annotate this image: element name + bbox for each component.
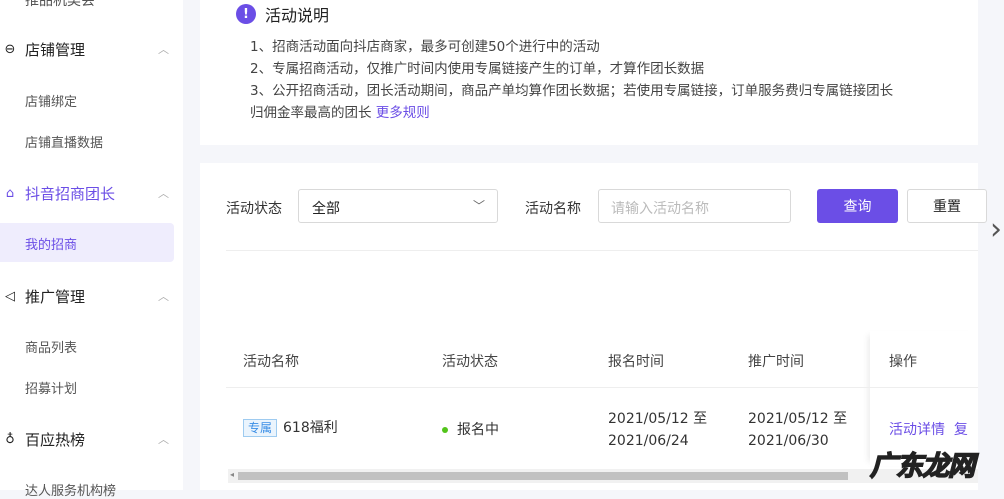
- trophy-icon: ♁: [5, 431, 15, 447]
- sidebar-item-store-live-data[interactable]: 店铺直播数据: [25, 132, 103, 151]
- status-text: 报名中: [457, 422, 499, 438]
- sidebar-group-store[interactable]: ⊖ 店铺管理 ︿: [0, 37, 183, 61]
- header-divider: [226, 387, 978, 388]
- sidebar-group-hot[interactable]: ♁ 百应热榜 ︿: [0, 427, 183, 451]
- info-line: 3、公开招商活动，团长活动期间，商品产单均算作团长数据；若使用专属链接，订单服务…: [250, 83, 894, 99]
- group-label: 店铺管理: [25, 40, 86, 59]
- info-line: 2、专属招商活动，仅推广时间内使用专属链接产生的订单，才算作团长数据: [250, 61, 705, 77]
- info-title: 活动说明: [265, 6, 330, 25]
- status-dot: [442, 427, 448, 433]
- chevron-up-icon: ︿: [158, 43, 169, 56]
- chevron-up-icon: ︿: [158, 290, 169, 303]
- scroll-left-icon[interactable]: ◂: [230, 470, 234, 479]
- col-header-signup: 报名时间: [608, 354, 664, 370]
- signup-start: 2021/05/12 至: [608, 411, 708, 427]
- col-header-promo: 推广时间: [748, 354, 804, 370]
- chevron-up-icon: ︿: [158, 433, 169, 446]
- scroll-thumb[interactable]: [238, 472, 848, 480]
- megaphone-icon: ◁: [5, 288, 15, 304]
- status-select[interactable]: 全部 ﹀: [298, 189, 498, 223]
- reset-button[interactable]: 重置: [907, 189, 987, 223]
- col-header-status: 活动状态: [442, 354, 498, 370]
- chevron-right-icon[interactable]: ›: [990, 212, 1002, 247]
- sidebar-item-product-list[interactable]: 商品列表: [25, 337, 77, 356]
- promo-time: 2021/05/12 至 2021/06/30: [748, 408, 847, 452]
- chevron-up-icon: ︿: [158, 187, 169, 200]
- chevron-down-icon: ﹀: [472, 199, 485, 213]
- promo-end: 2021/06/30: [748, 433, 829, 449]
- group-label: 百应热榜: [25, 430, 86, 449]
- signup-time: 2021/05/12 至 2021/06/24: [608, 408, 707, 452]
- table-row-status: 报名中: [442, 419, 499, 441]
- activity-name: 618福利: [283, 420, 338, 436]
- col-header-action: 操作: [889, 354, 917, 370]
- activity-name-input[interactable]: 请输入活动名称: [598, 189, 791, 223]
- info-card: ! 活动说明 1、招商活动面向抖店商家，最多可创建50个进行中的活动 2、专属招商…: [200, 0, 978, 145]
- status-value: 全部: [312, 201, 340, 217]
- activity-panel: 活动状态 全部 ﹀ 活动名称 请输入活动名称 查询 重置 活动名称 活动状态 报名…: [200, 163, 987, 490]
- info-line: 1、招商活动面向抖店商家，最多可创建50个进行中的活动: [250, 39, 600, 55]
- exclusive-tag: 专属: [243, 419, 278, 437]
- group-label: 抖音招商团长: [25, 184, 116, 203]
- copy-link[interactable]: 复: [954, 422, 968, 438]
- briefcase-icon: ⌂: [5, 185, 15, 201]
- store-icon: ⊖: [4, 41, 16, 57]
- name-label: 活动名称: [525, 201, 581, 217]
- sidebar-item-store-binding[interactable]: 店铺绑定: [25, 91, 77, 110]
- sidebar: 推品机类会 ⊖ 店铺管理 ︿ 店铺绑定 店铺直播数据 ⌂ 抖音招商团长 ︿ 我的招商 ◁…: [0, 0, 183, 499]
- divider: [226, 250, 978, 251]
- promo-start: 2021/05/12 至: [748, 411, 848, 427]
- signup-end: 2021/06/24: [608, 433, 689, 449]
- horizontal-scrollbar[interactable]: ◂: [228, 469, 978, 483]
- sidebar-group-promo[interactable]: ◁ 推广管理 ︿: [0, 284, 183, 308]
- status-label: 活动状态: [226, 201, 282, 217]
- query-button[interactable]: 查询: [817, 189, 898, 223]
- sidebar-item-my-recruit[interactable]: 我的招商: [25, 234, 77, 253]
- sidebar-group-recruit[interactable]: ⌂ 抖音招商团长 ︿: [0, 181, 183, 205]
- sidebar-item-top[interactable]: 推品机类会: [25, 0, 95, 10]
- table-row-name: 专属 618福利: [243, 417, 338, 439]
- exclamation-icon: !: [236, 4, 256, 24]
- info-line: 归佣金率最高的团长: [250, 105, 372, 121]
- activity-detail-link[interactable]: 活动详情: [889, 422, 945, 438]
- group-label: 推广管理: [25, 287, 86, 306]
- watermark: 广东龙网: [869, 450, 976, 483]
- more-rules-link[interactable]: 更多规则: [376, 105, 430, 121]
- sidebar-item-recruit-plan[interactable]: 招募计划: [25, 378, 77, 397]
- col-header-name: 活动名称: [243, 354, 299, 370]
